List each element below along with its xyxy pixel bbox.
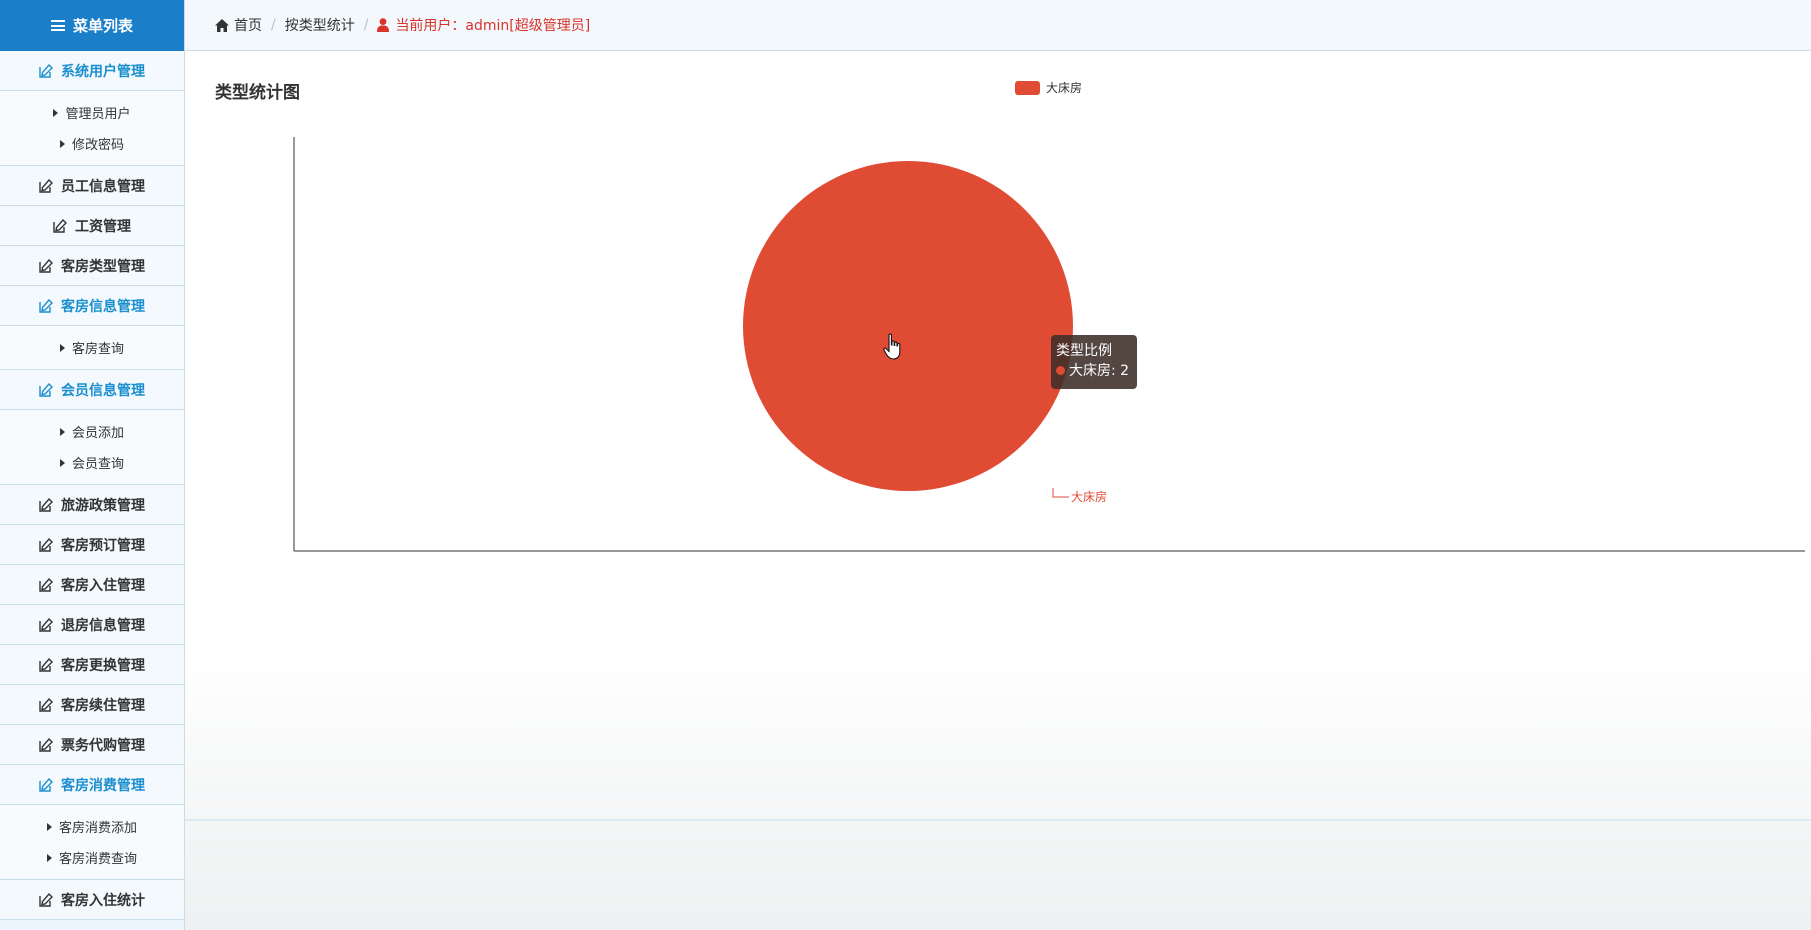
sidebar-group-1[interactable]: 员工信息管理 xyxy=(0,166,184,206)
tooltip-dot xyxy=(1056,366,1065,375)
sidebar-group-label: 系统用户管理 xyxy=(61,63,145,80)
sidebar-group-label: 客房续住管理 xyxy=(61,697,145,714)
sidebar-group-4[interactable]: 客房信息管理 xyxy=(0,286,184,326)
caret-right-icon xyxy=(59,343,65,352)
sidebar-subitem-label: 会员添加 xyxy=(71,426,124,441)
caret-right-icon xyxy=(53,108,59,117)
sidebar-group-label: 票务代购管理 xyxy=(61,737,145,754)
sidebar-menu: 系统用户管理管理员用户修改密码员工信息管理 工资管理客房类型管理 客房信息管理客房查… xyxy=(0,51,184,920)
sidebar-group-label: 员工信息管理 xyxy=(61,178,145,195)
sidebar-subitem[interactable]: 修改密码 xyxy=(0,128,184,159)
sidebar-header: 菜单列表 xyxy=(0,0,184,51)
sidebar-group-label: 客房入住管理 xyxy=(61,577,145,594)
edit-icon xyxy=(39,382,53,397)
caret-right-icon xyxy=(59,427,65,436)
slice-label: 大床房 xyxy=(1071,489,1107,504)
sidebar-subitem-label: 客房消费查询 xyxy=(58,852,137,867)
sidebar-group-9[interactable]: 退房信息管理 xyxy=(0,605,184,645)
pie-slice[interactable] xyxy=(743,161,1073,491)
breadcrumb-home[interactable]: 首页 xyxy=(215,15,262,35)
legend-swatch[interactable] xyxy=(1015,81,1040,95)
edit-icon xyxy=(39,617,53,632)
sidebar-submenu: 客房查询 xyxy=(0,326,184,370)
main-content: 类型统计图 大床房 大床房 类型比例 大床房: 2 xyxy=(185,51,1811,930)
sidebar-submenu: 客房消费添加 客房消费查询 xyxy=(0,805,184,880)
sidebar-title: 菜单列表 xyxy=(72,17,133,35)
sidebar-group-10[interactable]: 客房更换管理 xyxy=(0,645,184,685)
sidebar-group-0[interactable]: 系统用户管理 xyxy=(0,51,184,91)
caret-right-icon xyxy=(59,458,65,467)
tooltip-title: 类型比例 xyxy=(1056,343,1112,359)
pie-chart: 大床房 大床房 xyxy=(293,80,1805,552)
sidebar-group-label: 旅游政策管理 xyxy=(61,497,145,514)
breadcrumb: 首页 / 按类型统计 / 当前用户：admin[超级管理员] xyxy=(185,0,1811,51)
legend-entry[interactable]: 大床房 xyxy=(1046,80,1082,95)
sidebar-group-label: 退房信息管理 xyxy=(61,617,145,634)
sidebar-group-6[interactable]: 旅游政策管理 xyxy=(0,485,184,525)
sidebar-subitem[interactable]: 会员查询 xyxy=(0,447,184,478)
edit-icon xyxy=(39,178,53,193)
hand-cursor-icon xyxy=(883,333,903,365)
sidebar-group-label: 客房类型管理 xyxy=(61,258,145,275)
edit-icon xyxy=(39,497,53,512)
sidebar-subitem[interactable]: 客房消费添加 xyxy=(0,811,184,842)
sidebar-group-label: 客房信息管理 xyxy=(61,298,145,315)
sidebar-subitem[interactable]: 会员添加 xyxy=(0,416,184,447)
sidebar-subitem-label: 客房查询 xyxy=(71,342,124,357)
sidebar: 菜单列表 系统用户管理管理员用户修改密码员工信息管理 工资管理客房类型管理 客房信息… xyxy=(0,0,185,930)
sidebar-group-label: 客房更换管理 xyxy=(61,657,145,674)
chart-tooltip: 类型比例 大床房: 2 xyxy=(1051,335,1137,389)
caret-right-icon xyxy=(46,822,52,831)
edit-icon xyxy=(39,657,53,672)
edit-icon xyxy=(39,537,53,552)
sidebar-subitem-label: 管理员用户 xyxy=(65,107,131,122)
sidebar-subitem-label: 会员查询 xyxy=(71,457,124,472)
caret-right-icon xyxy=(59,139,65,148)
sidebar-subitem[interactable]: 客房消费查询 xyxy=(0,842,184,873)
current-user: 当前用户：admin[超级管理员] xyxy=(377,15,590,35)
sidebar-group-5[interactable]: 会员信息管理 xyxy=(0,370,184,410)
sidebar-group-8[interactable]: 客房入住管理 xyxy=(0,565,184,605)
breadcrumb-separator: / xyxy=(271,17,276,33)
edit-icon xyxy=(39,777,53,792)
current-user-label: 当前用户：admin[超级管理员] xyxy=(395,18,591,34)
edit-icon xyxy=(53,218,67,233)
breadcrumb-page[interactable]: 按类型统计 xyxy=(285,15,355,35)
breadcrumb-separator: / xyxy=(363,17,369,33)
slice-label-line xyxy=(1052,488,1069,498)
edit-icon xyxy=(39,63,53,78)
sidebar-subitem[interactable]: 管理员用户 xyxy=(0,97,184,128)
sidebar-subitem-label: 客房消费添加 xyxy=(58,821,137,836)
edit-icon xyxy=(39,697,53,712)
user-icon xyxy=(377,18,390,32)
sidebar-group-13[interactable]: 客房消费管理 xyxy=(0,765,184,805)
sidebar-group-label: 客房预订管理 xyxy=(61,537,145,554)
tooltip-entry: 大床房: 2 xyxy=(1056,361,1132,381)
breadcrumb-home-label: 首页 xyxy=(234,18,262,34)
divider-line xyxy=(185,819,1811,821)
sidebar-group-12[interactable]: 票务代购管理 xyxy=(0,725,184,765)
edit-icon xyxy=(39,577,53,592)
tooltip-entry-text: 大床房: 2 xyxy=(1069,363,1130,379)
sidebar-submenu: 会员添加 会员查询 xyxy=(0,410,184,485)
edit-icon xyxy=(39,737,53,752)
sidebar-subitem-label: 修改密码 xyxy=(71,138,124,153)
sidebar-group-3[interactable]: 客房类型管理 xyxy=(0,246,184,286)
sidebar-submenu: 管理员用户 修改密码 xyxy=(0,91,184,166)
sidebar-group-label: 客房入住统计 xyxy=(61,892,145,909)
sidebar-group-7[interactable]: 客房预订管理 xyxy=(0,525,184,565)
edit-icon xyxy=(39,298,53,313)
sidebar-group-11[interactable]: 客房续住管理 xyxy=(0,685,184,725)
sidebar-group-label: 客房消费管理 xyxy=(61,777,145,794)
home-icon xyxy=(215,18,229,32)
sidebar-group-14[interactable]: 客房入住统计 xyxy=(0,880,184,920)
edit-icon xyxy=(39,892,53,907)
sidebar-subitem[interactable]: 客房查询 xyxy=(0,332,184,363)
list-icon xyxy=(50,20,65,31)
sidebar-group-2[interactable]: 工资管理 xyxy=(0,206,184,246)
sidebar-group-label: 工资管理 xyxy=(75,218,131,235)
caret-right-icon xyxy=(46,853,52,862)
sidebar-group-label: 会员信息管理 xyxy=(61,382,145,399)
edit-icon xyxy=(39,258,53,273)
